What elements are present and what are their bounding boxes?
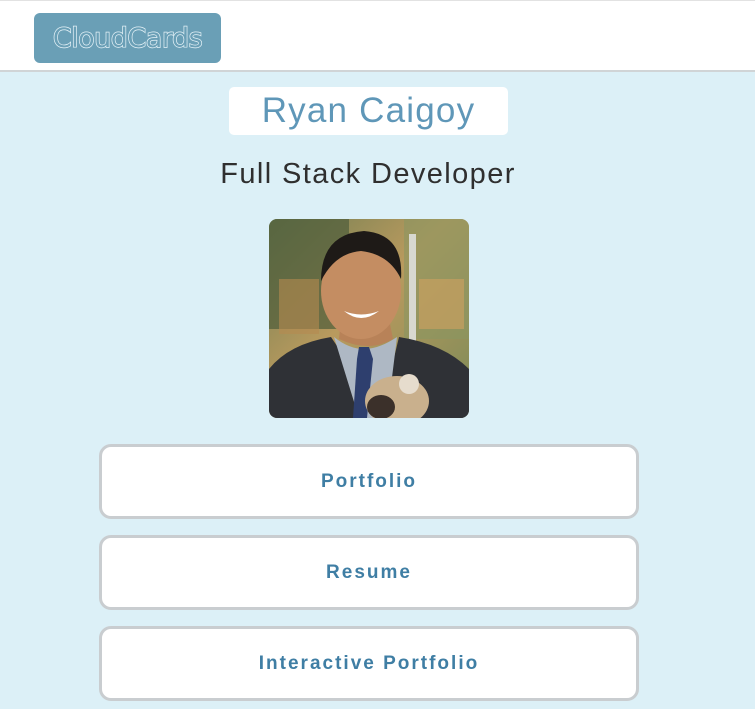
cloudcards-logo[interactable]: CloudCards (34, 13, 221, 63)
profile-name: Ryan Caigoy (261, 91, 476, 130)
resume-button[interactable]: Resume (99, 535, 639, 610)
portfolio-button[interactable]: Portfolio (99, 444, 639, 519)
interactive-portfolio-button-label: Interactive Portfolio (258, 652, 480, 674)
profile-name-box: Ryan Caigoy (229, 87, 508, 135)
profile-photo (269, 219, 469, 418)
resume-button-label: Resume (326, 561, 412, 583)
logo-text: CloudCards (52, 22, 203, 54)
interactive-portfolio-button[interactable]: Interactive Portfolio (99, 626, 639, 701)
top-nav-bar: CloudCards (0, 0, 755, 72)
profile-photo-image (269, 219, 469, 418)
portfolio-button-label: Portfolio (320, 470, 418, 492)
profile-title: Full Stack Developer (220, 158, 516, 190)
